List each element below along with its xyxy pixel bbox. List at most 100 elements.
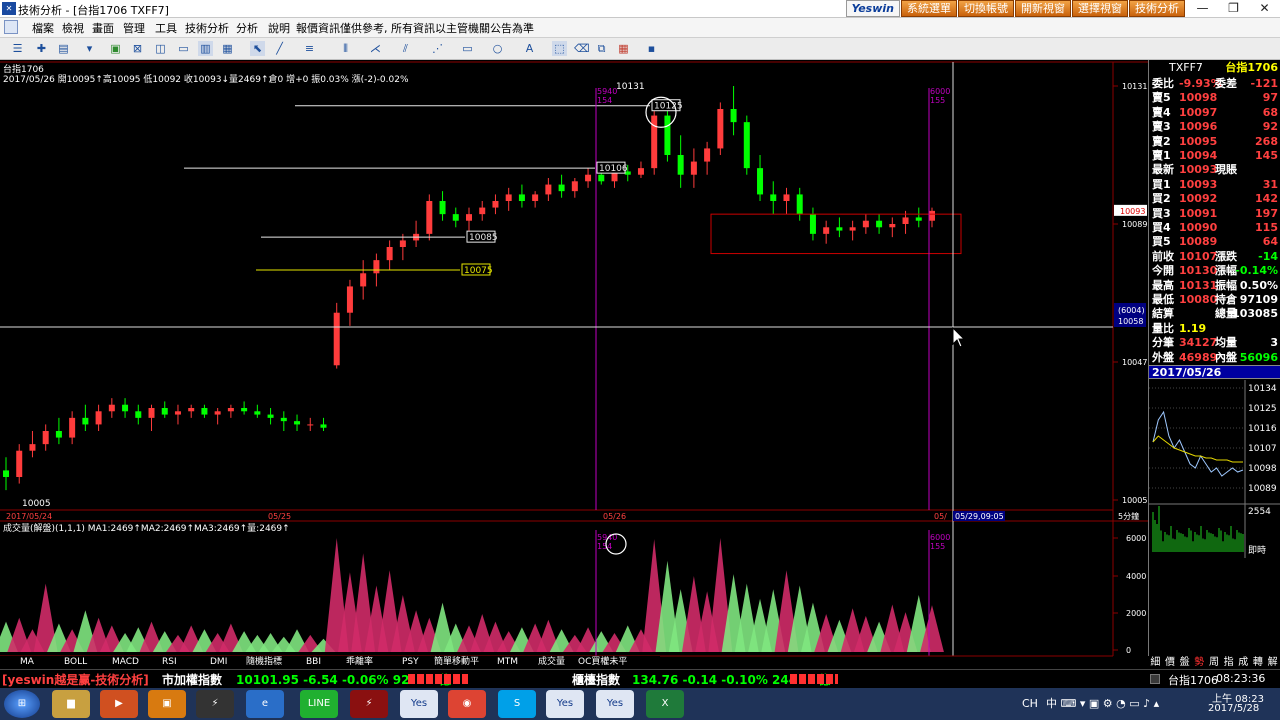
line-app-icon[interactable]: LINE (300, 690, 338, 718)
split-icon[interactable]: ▥ (198, 41, 213, 56)
candlestick-chart[interactable]: 1012510106100851007510131100055940154594… (0, 60, 1148, 668)
line-tool-icon[interactable]: ╱ (272, 41, 287, 56)
quote-label: 分筆 (1152, 336, 1174, 350)
window-icon[interactable]: ◫ (153, 41, 168, 56)
candle-body (598, 174, 605, 182)
rect-tool-icon[interactable]: ▭ (460, 41, 475, 56)
start-button[interactable]: ⊞ (4, 690, 40, 718)
pointer-icon[interactable]: ⬉ (250, 41, 265, 56)
quote-value: 10093 (1179, 163, 1218, 177)
menu-tools[interactable]: 工具 (155, 20, 177, 36)
select-window-button[interactable]: 選擇視窗 (1072, 0, 1128, 17)
grid-icon[interactable]: ▦ (220, 41, 235, 56)
quote-tab[interactable]: 轉 (1253, 656, 1263, 669)
yeswin-app-icon[interactable]: Yes (400, 690, 438, 718)
disclaimer-text: 報價資訊僅供參考, 所有資訊以主管機關公告為準 (296, 22, 534, 35)
layout-icon[interactable]: ▤ (56, 41, 71, 56)
quote-tab[interactable]: 勢 (1194, 656, 1204, 669)
menu-analysis[interactable]: 分析 (236, 20, 258, 36)
indicator-tab[interactable]: PSY (402, 656, 419, 669)
eraser-icon[interactable]: ⌫ (574, 41, 590, 56)
menu-view[interactable]: 檢視 (62, 20, 84, 36)
ie-browser-icon[interactable]: e (246, 690, 284, 718)
quote-tab[interactable]: 細 (1150, 656, 1160, 669)
indicator-tab[interactable]: 隨機指標 (246, 656, 282, 669)
draw-menu-icon[interactable]: ▾ (82, 41, 97, 56)
tray-icons[interactable]: 中 ⌨ ▾ ▣ ⚙ ◔ ▭ ♪ ▴ (1046, 695, 1159, 711)
quote-tab[interactable]: 指 (1224, 656, 1234, 669)
restore-button[interactable]: ❐ (1218, 0, 1249, 17)
copy-icon[interactable]: ⧉ (594, 41, 609, 56)
media-player-icon[interactable]: ▶ (100, 690, 138, 718)
indicator-tab[interactable]: RSI (162, 656, 177, 669)
quote-tab[interactable]: 周 (1209, 656, 1219, 669)
candle-body (585, 174, 592, 182)
yeswin-app-icon-3[interactable]: Yes (596, 690, 634, 718)
candle-body (42, 431, 49, 445)
office-icon[interactable]: ▣ (148, 690, 186, 718)
skype-icon[interactable]: S (498, 690, 536, 718)
indicator-tab[interactable]: MA (20, 656, 34, 669)
menu-manage[interactable]: 管理 (123, 20, 145, 36)
indicator-tab[interactable]: 簡單移動平 (434, 656, 479, 669)
indicator-tab[interactable]: MACD (112, 656, 139, 669)
hline-tool-icon[interactable]: ≡ (302, 41, 317, 56)
panel-icon[interactable]: ▭ (176, 41, 191, 56)
yeswin-app-icon-2[interactable]: Yes (546, 690, 584, 718)
quote-tab[interactable]: 解 (1268, 656, 1278, 669)
candle-body (399, 240, 406, 247)
vline-tool-icon[interactable]: ⦀ (338, 41, 353, 56)
menu-app-icon[interactable] (4, 20, 18, 34)
image-icon[interactable]: ▣ (108, 41, 123, 56)
circle-tool-icon[interactable]: ○ (490, 41, 505, 56)
candle-body (148, 408, 155, 418)
indicator-tab[interactable]: 成交量 (538, 656, 565, 669)
indicator-tab[interactable]: MTM (497, 656, 518, 669)
zoom-out-icon[interactable]: ⊠ (130, 41, 145, 56)
menu-screen[interactable]: 畫面 (92, 20, 114, 36)
mini-tick-label: 10107 (1248, 444, 1277, 454)
indicator-tab[interactable]: BBI (306, 656, 321, 669)
menu-file[interactable]: 檔案 (32, 20, 54, 36)
flash-app-icon[interactable]: ⚡ (350, 690, 388, 718)
channel-tool-icon[interactable]: ⫽ (398, 41, 413, 56)
indicator-tab[interactable]: DMI (210, 656, 227, 669)
candle-body (505, 194, 512, 201)
chart-panel[interactable]: 10125 10106 10085 10075 10131 10005 5940 154 594… (0, 60, 1148, 668)
file-explorer-icon[interactable]: ▆ (52, 690, 90, 718)
excel-icon[interactable]: X (646, 690, 684, 718)
chrome-icon[interactable]: ◉ (448, 690, 486, 718)
switch-account-button[interactable]: 切換帳號 (958, 0, 1014, 17)
price-tick-label: 10131 (1122, 82, 1147, 91)
close-button[interactable]: ✕ (1249, 0, 1280, 17)
crosshair-icon[interactable]: ✚ (34, 41, 49, 56)
ime-indicator[interactable]: CH (1022, 697, 1038, 710)
mouse-cursor-icon (952, 326, 966, 348)
color-icon[interactable]: ▦ (616, 41, 631, 56)
vline-note: 155 (930, 96, 945, 105)
minimize-button[interactable]: — (1187, 0, 1218, 17)
text-tool-icon[interactable]: A (522, 41, 537, 56)
quote-tab[interactable]: 價 (1165, 656, 1175, 669)
quote-tab[interactable]: 成 (1238, 656, 1248, 669)
quote-tab[interactable]: 盤 (1180, 656, 1190, 669)
indicator-tab[interactable]: BOLL (64, 656, 87, 669)
save-icon[interactable]: ▪ (644, 41, 659, 56)
menu-tech-analysis[interactable]: 技術分析 (185, 20, 229, 36)
fan-tool-icon[interactable]: ⋌ (368, 41, 383, 56)
menu-help[interactable]: 說明 (268, 20, 290, 36)
list-icon[interactable]: ☰ (10, 41, 25, 56)
system-menu-button[interactable]: 系統選單 (901, 0, 957, 17)
price-tick-label: 10005 (1122, 496, 1147, 505)
indicator-tab[interactable]: 乖離率 (346, 656, 373, 669)
quote-volume: 97109 (1239, 293, 1278, 306)
select-tool-icon[interactable]: ⬚ (552, 41, 567, 56)
bolt-app-icon[interactable]: ⚡ (196, 690, 234, 718)
clock-date[interactable]: 2017/5/28 (1208, 703, 1259, 714)
indicator-tab[interactable]: OC買權未平 (578, 656, 627, 669)
fib-tool-icon[interactable]: ⋰ (430, 41, 445, 56)
quote-label-2: 內盤 (1215, 350, 1237, 364)
tech-analysis-button[interactable]: 技術分析 (1129, 0, 1185, 17)
new-window-button[interactable]: 開新視窗 (1015, 0, 1071, 17)
quote-value: 10096 (1179, 120, 1218, 134)
